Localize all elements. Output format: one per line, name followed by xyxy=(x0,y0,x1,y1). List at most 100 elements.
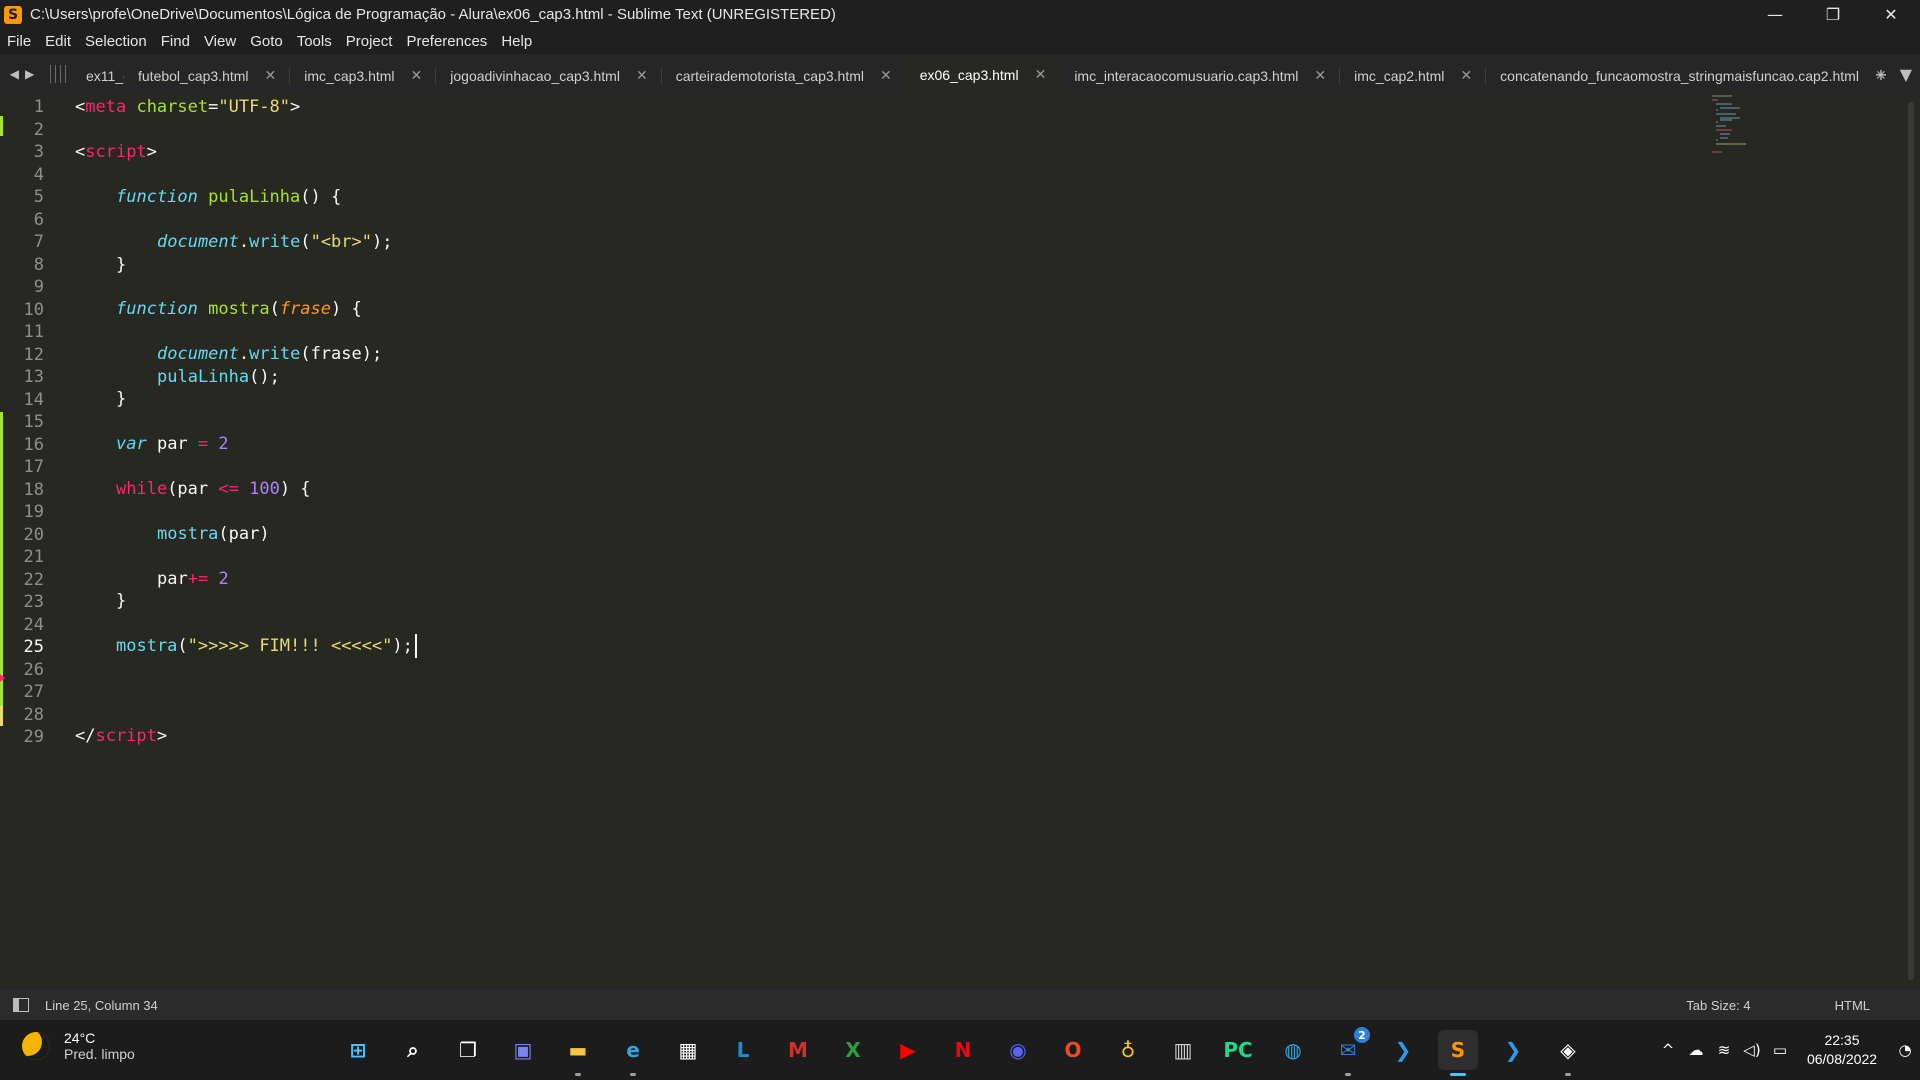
token: mostra xyxy=(157,524,219,544)
tab-ex11[interactable]: ex11_c xyxy=(78,58,124,94)
collapsed-tabs-handle[interactable] xyxy=(44,54,78,94)
volume-icon[interactable]: ◁) xyxy=(1738,1041,1766,1059)
tab-concatenando-funcaomostra[interactable]: concatenando_funcaomostra_stringmaisfunc… xyxy=(1486,58,1901,94)
tab-close-icon[interactable]: ✕ xyxy=(411,68,423,84)
show-hidden-icons-icon[interactable]: ^ xyxy=(1654,1041,1682,1059)
line-number: 21 xyxy=(23,547,44,567)
toggle-sidebar-icon[interactable] xyxy=(13,998,29,1012)
token: ) { xyxy=(279,479,311,499)
tab-close-icon[interactable]: ✕ xyxy=(880,68,892,84)
status-bar: Line 25, Column 34 Tab Size: 4 HTML xyxy=(0,990,1920,1020)
clock[interactable]: 22:35 06/08/2022 xyxy=(1794,1031,1890,1069)
tab-jogoadivinhacao-cap3[interactable]: jogoadivinhacao_cap3.html ✕ xyxy=(436,58,663,94)
weather-widget[interactable]: 24°C Pred. limpo xyxy=(22,1030,135,1062)
mcafee-icon[interactable]: M xyxy=(778,1030,818,1070)
token: var xyxy=(116,434,147,454)
menu-project[interactable]: Project xyxy=(339,33,400,50)
running-indicator xyxy=(1345,1073,1351,1076)
code-line-16: var par = 2 xyxy=(116,433,229,455)
tab-size-selector[interactable]: Tab Size: 4 xyxy=(1686,998,1750,1013)
tab-close-icon[interactable]: ✕ xyxy=(1314,68,1326,84)
line-number: 20 xyxy=(23,524,44,545)
new-tab-icon[interactable]: + xyxy=(1874,65,1887,84)
menu-find[interactable]: Find xyxy=(154,33,197,50)
syntax-selector[interactable]: HTML xyxy=(1835,998,1870,1013)
token: = xyxy=(197,434,209,454)
task-view-icon[interactable]: ❐ xyxy=(448,1030,488,1070)
office-icon[interactable]: O xyxy=(1053,1030,1093,1070)
menu-help[interactable]: Help xyxy=(494,33,539,50)
menu-tools[interactable]: Tools xyxy=(290,33,339,50)
l-app-icon[interactable]: L xyxy=(723,1030,763,1070)
wifi-icon[interactable]: ≋ xyxy=(1710,1041,1738,1059)
running-indicator xyxy=(1565,1073,1571,1076)
menu-view[interactable]: View xyxy=(197,33,243,50)
tab-imc-cap2[interactable]: imc_cap2.html ✕ xyxy=(1340,58,1487,94)
code-line-23: } xyxy=(116,590,126,612)
menu-file[interactable]: File xyxy=(0,33,38,50)
tab-close-icon[interactable]: ✕ xyxy=(265,68,277,84)
tab-ex06-cap3[interactable]: ex06_cap3.html ✕ xyxy=(905,56,1061,94)
battery-icon[interactable]: ▭ xyxy=(1766,1041,1794,1059)
notifications-icon[interactable]: ◔ xyxy=(1890,1041,1920,1059)
search-icon[interactable]: ⌕ xyxy=(393,1030,433,1070)
close-button[interactable]: ✕ xyxy=(1862,0,1920,29)
vscode-2-icon[interactable]: ❯ xyxy=(1493,1030,1533,1070)
token: ( xyxy=(177,636,188,656)
menu-preferences[interactable]: Preferences xyxy=(399,33,494,50)
tips-glyph: ♁ xyxy=(1120,1038,1136,1062)
line-number: 17 xyxy=(23,457,44,477)
menu-goto[interactable]: Goto xyxy=(243,33,290,50)
store-icon[interactable]: ▦ xyxy=(668,1030,708,1070)
maps-icon[interactable]: ◍ xyxy=(1273,1030,1313,1070)
pycharm-icon[interactable]: PC xyxy=(1218,1030,1258,1070)
tab-imc-cap3[interactable]: imc_cap3.html ✕ xyxy=(290,58,437,94)
file-explorer-glyph: ▬ xyxy=(568,1038,588,1062)
tab-navigation: ◀ ▶ xyxy=(0,54,44,94)
token: </ xyxy=(75,726,96,746)
app-chart-icon[interactable]: ▥ xyxy=(1163,1030,1203,1070)
tab-back-icon[interactable]: ◀ xyxy=(10,67,19,81)
menu-edit[interactable]: Edit xyxy=(38,33,78,50)
incognito-icon[interactable]: ◈ xyxy=(1548,1030,1588,1076)
token: pulaLinha xyxy=(157,367,250,387)
line-number: 1 xyxy=(33,97,44,117)
tab-close-icon[interactable]: ✕ xyxy=(1035,67,1047,83)
token: 2 xyxy=(218,434,229,454)
tab-forward-icon[interactable]: ▶ xyxy=(25,67,34,81)
teams-chat-icon[interactable]: ▣ xyxy=(503,1030,543,1070)
tab-close-icon[interactable]: ✕ xyxy=(636,68,648,84)
token: function xyxy=(116,299,198,319)
discord-icon[interactable]: ◉ xyxy=(998,1030,1038,1070)
start-icon[interactable]: ⊞ xyxy=(338,1030,378,1070)
xbox-icon[interactable]: X xyxy=(833,1030,873,1070)
netflix-icon[interactable]: N xyxy=(943,1030,983,1070)
tab-close-icon[interactable]: ✕ xyxy=(1460,68,1472,84)
mail-icon[interactable]: ✉ 2 xyxy=(1328,1027,1370,1076)
code-area[interactable]: <meta charset="UTF-8"> <script> function… xyxy=(75,94,1700,990)
vertical-scrollbar[interactable] xyxy=(1908,102,1914,980)
vscode-icon[interactable]: ❯ xyxy=(1383,1030,1423,1070)
token: 2 xyxy=(218,569,229,589)
youtube-icon[interactable]: ▶ xyxy=(888,1030,928,1070)
line-number: 14 xyxy=(23,389,44,410)
edge-icon[interactable]: e xyxy=(613,1030,653,1076)
sublime-text-icon[interactable]: S xyxy=(1438,1030,1478,1076)
token: write xyxy=(249,232,301,252)
restore-button[interactable]: ❐ xyxy=(1804,0,1862,29)
tab-imc-interacaocomusuario-cap3[interactable]: imc_interacaocomusuario.cap3.html ✕ xyxy=(1060,58,1341,94)
file-explorer-icon[interactable]: ▬ xyxy=(558,1030,598,1076)
tab-menu-icon[interactable]: ▼ xyxy=(1900,65,1912,84)
minimize-button[interactable]: — xyxy=(1746,0,1804,29)
tab-futebol-cap3[interactable]: futebol_cap3.html ✕ xyxy=(124,58,291,94)
code-editor[interactable]: 1 2 3 4 5 6 7 8 9 10 11 12 13 14 15 16 17 18 19 20 21 22 23 24 2… xyxy=(0,94,1920,990)
tips-icon[interactable]: ♁ xyxy=(1108,1030,1148,1070)
tab-carteirademotorista-cap3[interactable]: carteirademotorista_cap3.html ✕ xyxy=(662,58,906,94)
netflix-glyph: N xyxy=(954,1038,972,1062)
onedrive-cloud-icon[interactable]: ☁ xyxy=(1682,1041,1710,1059)
minimap[interactable] xyxy=(1710,94,1760,174)
menu-selection[interactable]: Selection xyxy=(78,33,154,50)
